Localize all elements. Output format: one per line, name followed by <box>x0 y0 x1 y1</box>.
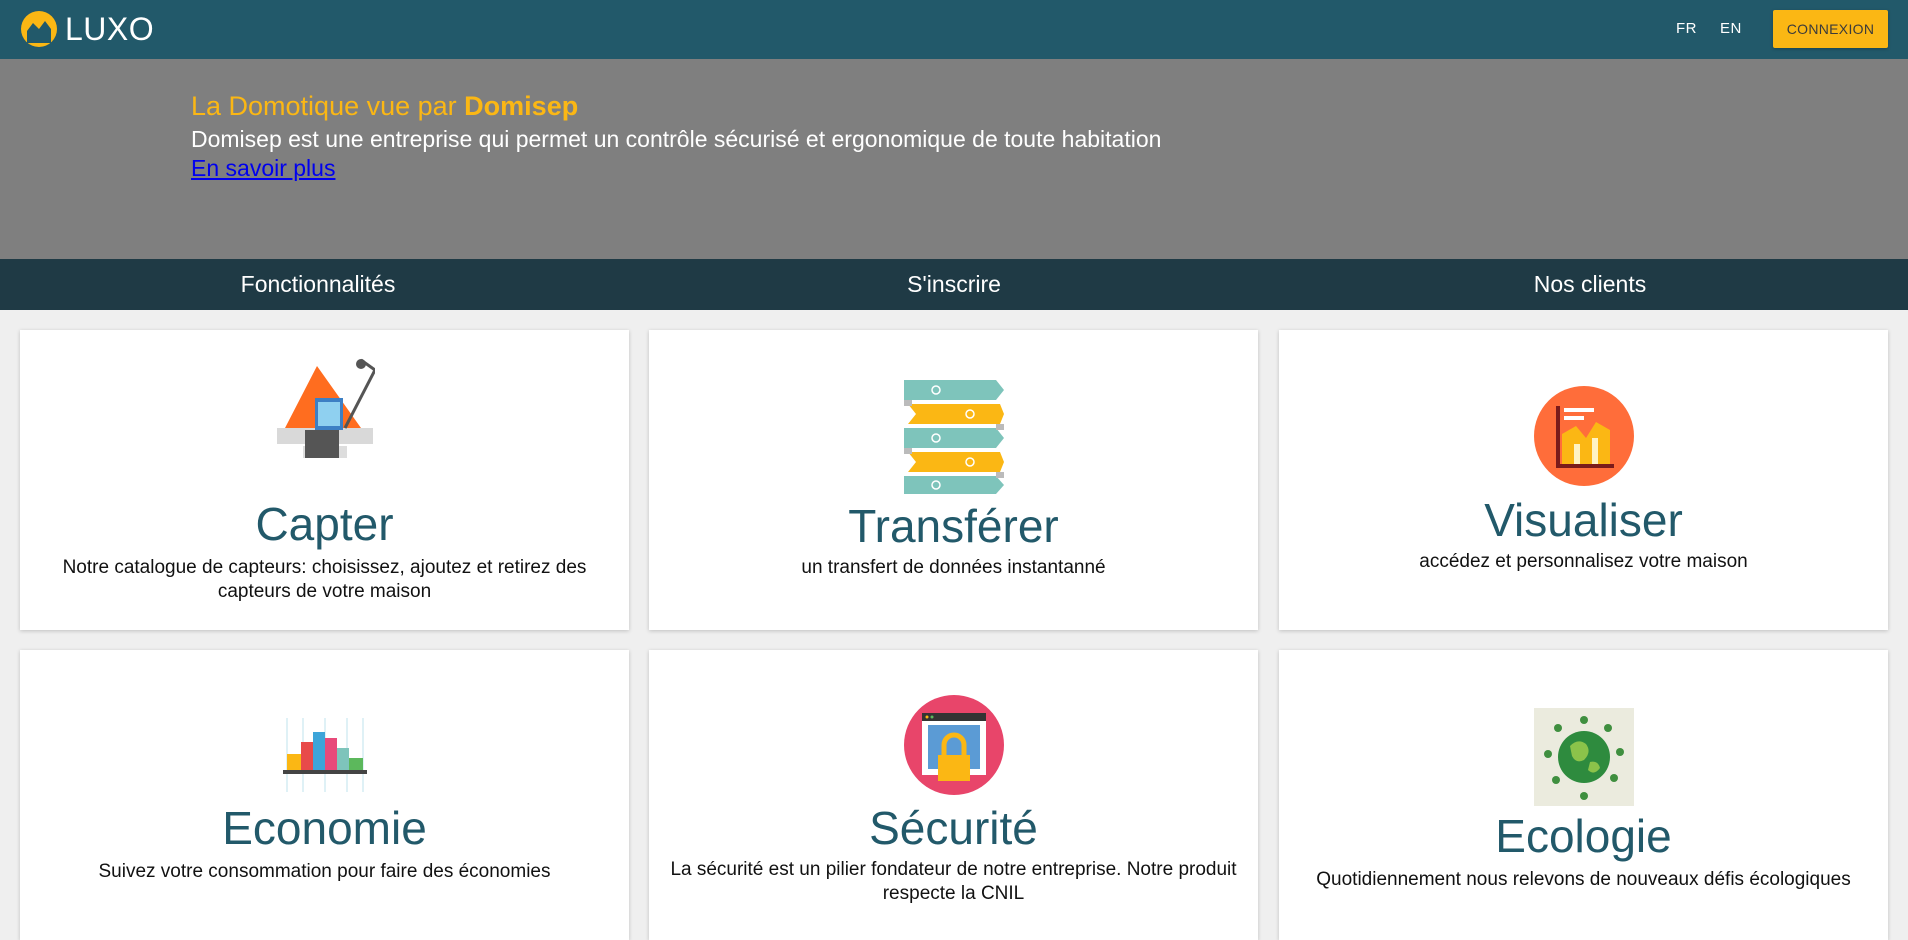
desk-lamp-icon <box>276 358 375 458</box>
logo-icon <box>21 11 57 47</box>
feature-card-ecologie[interactable]: Ecologie Quotidiennement nous relevons d… <box>1279 650 1888 940</box>
globe-eco-icon <box>1533 708 1634 806</box>
feature-description: Suivez votre consommation pour faire des… <box>98 861 551 882</box>
feature-card-economie[interactable]: Economie Suivez votre consommation pour … <box>20 650 629 940</box>
feature-card-capter[interactable]: Capter Notre catalogue de capteurs: choi… <box>20 330 629 630</box>
hero-title: La Domotique vue par Domisep <box>191 91 578 122</box>
hero-banner: La Domotique vue par Domisep Domisep est… <box>0 59 1908 259</box>
feature-title: Transférer <box>848 500 1059 552</box>
feature-card-transferer[interactable]: Transférer un transfert de données insta… <box>649 330 1258 630</box>
tab-fonctionnalites[interactable]: Fonctionnalités <box>0 259 636 310</box>
feature-description: un transfert de données instantanné <box>801 557 1106 578</box>
feature-card-securite[interactable]: Sécurité La sécurité est un pilier fonda… <box>649 650 1258 940</box>
brand-name: LUXO <box>65 10 155 47</box>
feature-description: accédez et personnalisez votre maison <box>1419 551 1748 572</box>
top-navbar: LUXO FR EN CONNEXION <box>0 0 1908 59</box>
transfer-arrows-icon <box>903 380 1004 494</box>
lang-fr-link[interactable]: FR <box>1676 20 1697 37</box>
lock-icon <box>903 695 1004 795</box>
section-tabs: Fonctionnalités S'inscrire Nos clients <box>0 259 1908 310</box>
lang-en-link[interactable]: EN <box>1720 20 1742 37</box>
tab-nos-clients[interactable]: Nos clients <box>1272 259 1908 310</box>
tab-sinscrire[interactable]: S'inscrire <box>636 259 1272 310</box>
hero-subtitle: Domisep est une entreprise qui permet un… <box>191 126 1162 152</box>
feature-title: Economie <box>222 802 427 854</box>
city-icon <box>282 718 367 792</box>
feature-card-visualiser[interactable]: Visualiser accédez et personnalisez votr… <box>1279 330 1888 630</box>
hero-title-brand: Domisep <box>464 91 579 121</box>
feature-title: Visualiser <box>1484 494 1683 546</box>
login-button[interactable]: CONNEXION <box>1773 10 1888 48</box>
feature-description: Quotidiennement nous relevons de nouveau… <box>1316 869 1851 890</box>
feature-title: Capter <box>255 498 394 550</box>
chart-icon <box>1533 386 1634 486</box>
feature-title: Ecologie <box>1495 810 1672 862</box>
feature-title: Sécurité <box>869 802 1038 854</box>
brand-logo[interactable]: LUXO <box>19 9 154 49</box>
feature-description: La sécurité est un pilier fondateur de n… <box>670 859 1237 904</box>
hero-title-prefix: La Domotique vue par <box>191 91 465 121</box>
learn-more-link[interactable]: En savoir plus <box>191 155 335 182</box>
feature-description: Notre catalogue de capteurs: choisissez,… <box>62 557 587 602</box>
